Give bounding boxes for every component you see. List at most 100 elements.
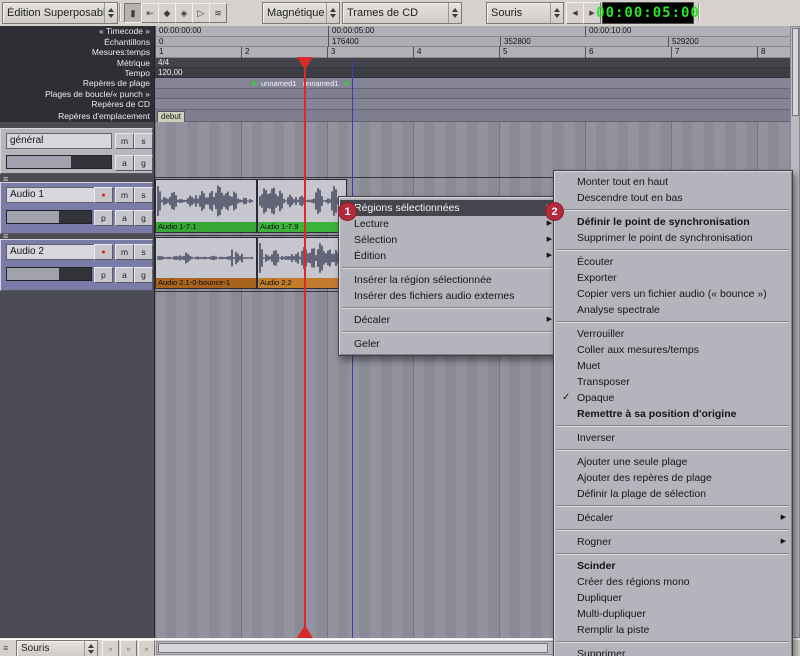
menu-item-label: Lecture	[354, 218, 389, 230]
audio2-mute-button[interactable]: m	[115, 244, 134, 260]
meter-ruler[interactable]: 4/4	[155, 58, 790, 68]
menu-item-remettre-position-origine[interactable]: Remettre à sa position d'origine	[555, 406, 791, 422]
location-marker[interactable]: debut	[157, 111, 185, 123]
audio2-track-header[interactable]: Audio 2 ● m s p a g	[0, 239, 153, 291]
toolbar-drag-handle-icon[interactable]: ≡	[3, 644, 8, 652]
tempo-marker[interactable]: 120,00	[158, 68, 182, 77]
audio1-mute-button[interactable]: m	[115, 187, 134, 203]
toolbar-icon-button-6[interactable]: ≋	[209, 3, 227, 23]
menu-item-decaler[interactable]: Décaler▶	[340, 312, 557, 328]
edit-mode-combo[interactable]: Édition Superposabl	[2, 2, 118, 24]
range-marker-ruler[interactable]: ▶ unnamed1 unnamed1 ◀	[155, 78, 790, 89]
master-group-button[interactable]: g	[134, 155, 153, 171]
range-marker-label[interactable]: unnamed1	[303, 79, 338, 88]
status-tool-combo[interactable]: Souris	[16, 640, 98, 656]
menu-item-lecture[interactable]: Lecture▶	[340, 216, 557, 232]
samples-ruler[interactable]: 0 176400 352800 529200	[155, 37, 790, 48]
audio2-name-field[interactable]: Audio 2	[6, 244, 98, 260]
master-track-header[interactable]: général m s a g	[0, 128, 153, 174]
mouse-mode-combo[interactable]: Souris	[486, 2, 564, 24]
menu-item-analyse-spectrale[interactable]: Analyse spectrale	[555, 302, 791, 318]
audio1-automation-button[interactable]: a	[115, 210, 134, 226]
region-audio1-1[interactable]: Audio 1-7.1	[155, 179, 257, 233]
audio2-record-button[interactable]: ●	[94, 244, 113, 260]
loop-punch-ruler[interactable]	[155, 89, 790, 100]
toolbar-icon-button-4[interactable]: ◈	[175, 3, 193, 23]
cd-marker-ruler[interactable]	[155, 99, 790, 110]
menu-item-dupliquer[interactable]: Dupliquer	[555, 590, 791, 606]
region-audio1-2[interactable]: Audio 1-7.9	[257, 179, 347, 233]
audio1-record-button[interactable]: ●	[94, 187, 113, 203]
master-automation-button[interactable]: a	[115, 155, 134, 171]
menu-item-ajouter-des-reperes-de-plage[interactable]: Ajouter des repères de plage	[555, 470, 791, 486]
menu-item-definir-la-plage-de-selection[interactable]: Définir la plage de sélection	[555, 486, 791, 502]
toolbar-icon-button-3[interactable]: ◆	[158, 3, 176, 23]
audio1-track-header[interactable]: Audio 1 ● m s p a g	[0, 182, 153, 234]
master-mute-button[interactable]: m	[115, 133, 134, 149]
tempo-ruler[interactable]: 120,00	[155, 68, 790, 78]
menu-item-coller-aux-mesures-temps[interactable]: Coller aux mesures/temps	[555, 342, 791, 358]
playhead-line[interactable]	[304, 58, 306, 638]
menu-item-regions-selectionnees[interactable]: Régions sélectionnées▶	[340, 200, 557, 216]
transport-clock[interactable]: 00:00:05:00	[602, 2, 694, 24]
audio2-fader[interactable]	[6, 267, 92, 281]
menu-item-scinder[interactable]: Scinder	[555, 558, 791, 574]
menu-item-ajouter-une-seule-plage[interactable]: Ajouter une seule plage	[555, 454, 791, 470]
menu-item-muet[interactable]: Muet	[555, 358, 791, 374]
menu-item-opaque[interactable]: ✓Opaque	[555, 390, 791, 406]
menu-item-copier-vers-fichier-audio[interactable]: Copier vers un fichier audio (« bounce »…	[555, 286, 791, 302]
playhead-bottom-marker[interactable]	[297, 625, 313, 638]
region-audio2-2[interactable]: Audio 2.2	[257, 237, 347, 289]
audio1-group-button[interactable]: g	[134, 210, 153, 226]
timecode-ruler[interactable]: 00:00:00:00 00:00:05:00 00:00:10:00	[155, 26, 790, 37]
playhead-top-marker[interactable]	[297, 57, 313, 70]
master-fader[interactable]	[6, 155, 112, 169]
toolbar-icon-button-2[interactable]: ⇤	[141, 3, 159, 23]
menu-item-ecouter[interactable]: Écouter	[555, 254, 791, 270]
statusbar-icon-button-1[interactable]: ▫	[102, 640, 119, 656]
horizontal-scrollbar-thumb[interactable]	[158, 643, 548, 653]
menu-item-supprimer[interactable]: Supprimer	[555, 646, 791, 656]
toolbar-icon-button-1[interactable]: ▮	[124, 3, 142, 23]
statusbar-icon-button-2[interactable]: ▫	[120, 640, 137, 656]
menu-item-descendre-tout-en-bas[interactable]: Descendre tout en bas	[555, 190, 791, 206]
audio2-group-button[interactable]: g	[134, 267, 153, 283]
menu-item-transposer[interactable]: Transposer	[555, 374, 791, 390]
master-solo-button[interactable]: s	[134, 133, 153, 149]
location-marker-ruler[interactable]: debut	[155, 110, 790, 123]
menu-item-selection[interactable]: Sélection▶	[340, 232, 557, 248]
menu-item-definir-point-synchronisation[interactable]: Définir le point de synchronisation	[555, 214, 791, 230]
region-audio2-1[interactable]: Audio 2.1-0-bounce-1	[155, 237, 257, 289]
menu-item-inserer-region-selectionnee[interactable]: Insérer la région sélectionnée	[340, 272, 557, 288]
audio2-playlist-button[interactable]: p	[94, 267, 113, 283]
menu-item-supprimer-point-synchronisation[interactable]: Supprimer le point de synchronisation	[555, 230, 791, 246]
menu-item-multi-dupliquer[interactable]: Multi-dupliquer	[555, 606, 791, 622]
master-name-field[interactable]: général	[6, 133, 112, 149]
range-marker-label[interactable]: unnamed1	[261, 79, 296, 88]
menu-item-geler[interactable]: Geler	[340, 336, 557, 352]
vertical-scrollbar-thumb[interactable]	[792, 28, 799, 116]
menu-item-remplir-la-piste[interactable]: Remplir la piste	[555, 622, 791, 638]
audio2-automation-button[interactable]: a	[115, 267, 134, 283]
menu-item-inserer-fichiers-audio-externes[interactable]: Insérer des fichiers audio externes	[340, 288, 557, 304]
audio1-name-field[interactable]: Audio 1	[6, 187, 98, 203]
menu-item-rogner[interactable]: Rogner▶	[555, 534, 791, 550]
meter-marker[interactable]: 4/4	[158, 58, 169, 67]
menu-item-edition[interactable]: Édition▶	[340, 248, 557, 264]
measures-ruler[interactable]: 1 2 3 4 5 6 7 8	[155, 47, 790, 58]
statusbar-icon-button-3[interactable]: ▫	[138, 640, 155, 656]
audio1-playlist-button[interactable]: p	[94, 210, 113, 226]
audio1-solo-button[interactable]: s	[134, 187, 153, 203]
menu-item-monter-tout-en-haut[interactable]: Monter tout en haut	[555, 174, 791, 190]
snap-unit-combo[interactable]: Trames de CD	[342, 2, 462, 24]
menu-item-creer-des-regions-mono[interactable]: Créer des régions mono	[555, 574, 791, 590]
menu-item-exporter[interactable]: Exporter	[555, 270, 791, 286]
audio2-solo-button[interactable]: s	[134, 244, 153, 260]
menu-item-decaler-2[interactable]: Décaler▶	[555, 510, 791, 526]
menu-item-inverser[interactable]: Inverser	[555, 430, 791, 446]
menu-item-verrouiller[interactable]: Verrouiller	[555, 326, 791, 342]
toolbar-icon-button-5[interactable]: ▷	[192, 3, 210, 23]
snap-mode-combo[interactable]: Magnétique	[262, 2, 340, 24]
nav-left-button[interactable]: ◀	[566, 2, 584, 24]
audio1-fader[interactable]	[6, 210, 92, 224]
